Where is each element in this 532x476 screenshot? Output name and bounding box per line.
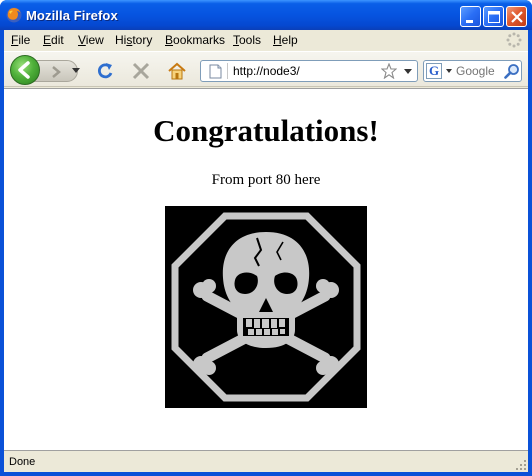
minimize-icon: [466, 20, 473, 23]
status-text: Done: [9, 456, 36, 468]
menu-file-label: ile: [18, 33, 31, 47]
status-bar: Done: [4, 450, 528, 472]
search-icon[interactable]: [504, 63, 520, 79]
menu-history[interactable]: History: [115, 33, 152, 47]
menu-history-pre: Hi: [115, 33, 127, 47]
page-content: Congratulations! From port 80 here: [4, 88, 528, 450]
page-icon: [209, 64, 222, 79]
menu-edit-accel: E: [43, 33, 52, 47]
maximize-icon: [488, 11, 500, 23]
bookmark-star-icon[interactable]: [381, 63, 397, 79]
menu-help[interactable]: Help: [273, 33, 298, 47]
menu-help-accel: H: [273, 33, 282, 47]
stop-icon[interactable]: [130, 61, 152, 81]
menu-bookmarks[interactable]: Bookmarks: [165, 33, 225, 47]
firefox-icon: [6, 7, 22, 23]
menu-edit[interactable]: Edit: [43, 33, 64, 47]
menu-file[interactable]: File: [11, 33, 30, 47]
history-dropdown-icon[interactable]: [72, 68, 80, 74]
resize-grip-icon[interactable]: [515, 459, 527, 471]
window-title: Mozilla Firefox: [26, 8, 118, 23]
title-bar[interactable]: Mozilla Firefox: [0, 0, 532, 30]
menu-history-label: tory: [132, 33, 153, 47]
url-dropdown-icon[interactable]: [404, 69, 412, 74]
page-heading: Congratulations!: [153, 113, 379, 148]
address-bar[interactable]: [200, 60, 418, 82]
search-input[interactable]: [456, 64, 500, 78]
skull-and-crossbones-icon: [165, 206, 367, 408]
back-button[interactable]: [10, 55, 40, 85]
search-bar[interactable]: G: [423, 60, 522, 82]
menu-edit-label: dit: [51, 33, 64, 47]
menu-view-label: iew: [85, 33, 104, 47]
minimize-button[interactable]: [460, 6, 481, 27]
menu-help-label: elp: [281, 33, 298, 47]
back-icon: [18, 61, 30, 79]
throbber-icon: [506, 32, 522, 48]
menu-tools[interactable]: Tools: [233, 33, 261, 47]
forward-icon: [52, 66, 61, 78]
menu-bookmarks-label: ookmarks: [173, 33, 226, 47]
url-input[interactable]: [233, 64, 373, 78]
engine-dropdown-icon[interactable]: [446, 69, 452, 73]
maximize-button[interactable]: [483, 6, 504, 27]
reload-icon[interactable]: [94, 61, 116, 81]
menu-bar: File Edit View History Bookmarks Tools H…: [4, 30, 528, 50]
close-button[interactable]: [506, 6, 527, 27]
close-icon: [511, 11, 523, 23]
menu-view-accel: V: [78, 33, 86, 47]
page-subtext: From port 80 here: [211, 172, 321, 188]
menu-view[interactable]: View: [78, 33, 104, 47]
address-separator: [227, 63, 228, 79]
menu-tools-label: ools: [239, 33, 262, 47]
browser-client: File Edit View History Bookmarks Tools H…: [4, 30, 528, 472]
home-icon[interactable]: [166, 61, 188, 81]
browser-window: Mozilla Firefox File Edit View History B…: [0, 0, 532, 476]
menu-bookmarks-accel: B: [165, 33, 174, 47]
google-icon[interactable]: G: [426, 63, 442, 79]
navigation-toolbar: G: [4, 51, 528, 87]
